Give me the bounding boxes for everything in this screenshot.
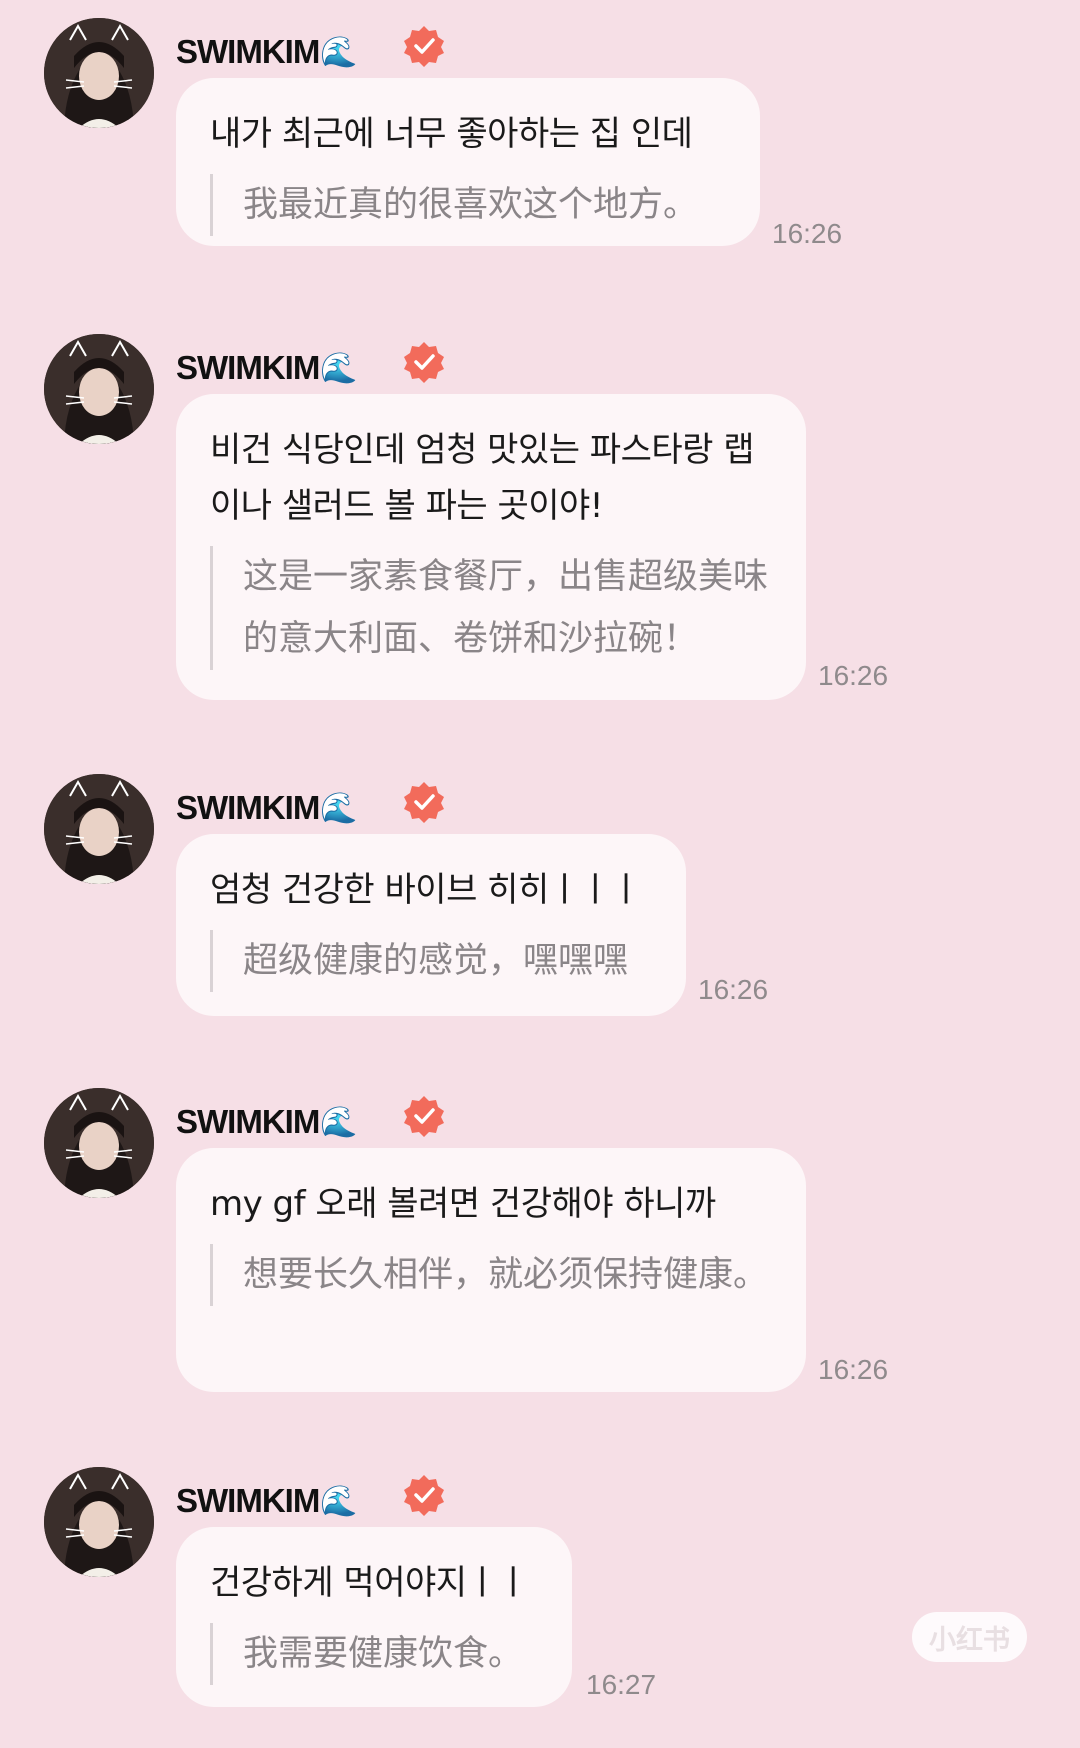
verified-badge-icon xyxy=(404,26,444,67)
avatar[interactable] xyxy=(44,774,154,884)
wave-emoji: 🌊 xyxy=(320,1104,358,1140)
wave-emoji: 🌊 xyxy=(320,790,358,826)
message-text: my gf 오래 볼려면 건강해야 하니까 xyxy=(210,1184,716,1224)
message-text: 엄청 건강한 바이브 히히ㅣㅣㅣ xyxy=(210,870,642,910)
message-bubble[interactable]: 내가 최근에 너무 좋아하는 집 인데 我最近真的很喜欢这个地方。 xyxy=(176,78,760,246)
verified-badge-icon xyxy=(404,1475,444,1516)
timestamp: 16:26 xyxy=(818,1354,889,1385)
avatar[interactable] xyxy=(44,334,154,444)
wave-emoji: 🌊 xyxy=(320,34,358,70)
sender-name[interactable]: SWIMKIM xyxy=(176,1482,320,1520)
sender-name[interactable]: SWIMKIM xyxy=(176,1103,320,1141)
avatar[interactable] xyxy=(44,1467,154,1577)
watermark-logo: 小红书 xyxy=(912,1612,1027,1662)
message-bubble[interactable]: 엄청 건강한 바이브 히히ㅣㅣㅣ 超级健康的感觉，嘿嘿嘿 xyxy=(176,834,686,1016)
translation-text: 超级健康的感觉，嘿嘿嘿 xyxy=(210,930,652,992)
avatar[interactable] xyxy=(44,18,154,128)
sender-row: SWIMKIM 🌊 xyxy=(176,32,358,72)
message-text: 비건 식당인데 엄청 맛있는 파스타랑 랩이나 샐러드 볼 파는 곳이야! xyxy=(210,430,755,526)
sender-row: SWIMKIM 🌊 xyxy=(176,348,358,388)
message-text: 내가 최근에 너무 좋아하는 집 인데 xyxy=(210,114,693,154)
sender-name[interactable]: SWIMKIM xyxy=(176,33,320,71)
timestamp: 16:26 xyxy=(698,974,769,1005)
wave-emoji: 🌊 xyxy=(320,1483,358,1519)
message-bubble[interactable]: 비건 식당인데 엄청 맛있는 파스타랑 랩이나 샐러드 볼 파는 곳이야! 这是… xyxy=(176,394,806,700)
timestamp: 16:27 xyxy=(586,1669,657,1700)
sender-row: SWIMKIM 🌊 xyxy=(176,1102,358,1142)
wave-emoji: 🌊 xyxy=(320,350,358,386)
timestamp: 16:26 xyxy=(818,660,889,691)
avatar[interactable] xyxy=(44,1088,154,1198)
translation-text: 这是一家素食餐厅，出售超级美味的意大利面、卷饼和沙拉碗！ xyxy=(210,546,772,670)
sender-row: SWIMKIM 🌊 xyxy=(176,788,358,828)
timestamp: 16:26 xyxy=(772,218,843,249)
message-text: 건강하게 먹어야지ㅣㅣ xyxy=(210,1563,529,1603)
translation-text: 我需要健康饮食。 xyxy=(210,1623,538,1685)
verified-badge-icon xyxy=(404,1096,444,1137)
sender-row: SWIMKIM 🌊 xyxy=(176,1481,358,1521)
translation-text: 想要长久相伴，就必须保持健康。 xyxy=(210,1244,772,1306)
verified-badge-icon xyxy=(404,342,444,383)
sender-name[interactable]: SWIMKIM xyxy=(176,349,320,387)
sender-name[interactable]: SWIMKIM xyxy=(176,789,320,827)
message-bubble[interactable]: 건강하게 먹어야지ㅣㅣ 我需要健康饮食。 xyxy=(176,1527,572,1707)
translation-text: 我最近真的很喜欢这个地方。 xyxy=(210,174,726,236)
message-bubble[interactable]: my gf 오래 볼려면 건강해야 하니까 想要长久相伴，就必须保持健康。 xyxy=(176,1148,806,1392)
verified-badge-icon xyxy=(404,782,444,823)
